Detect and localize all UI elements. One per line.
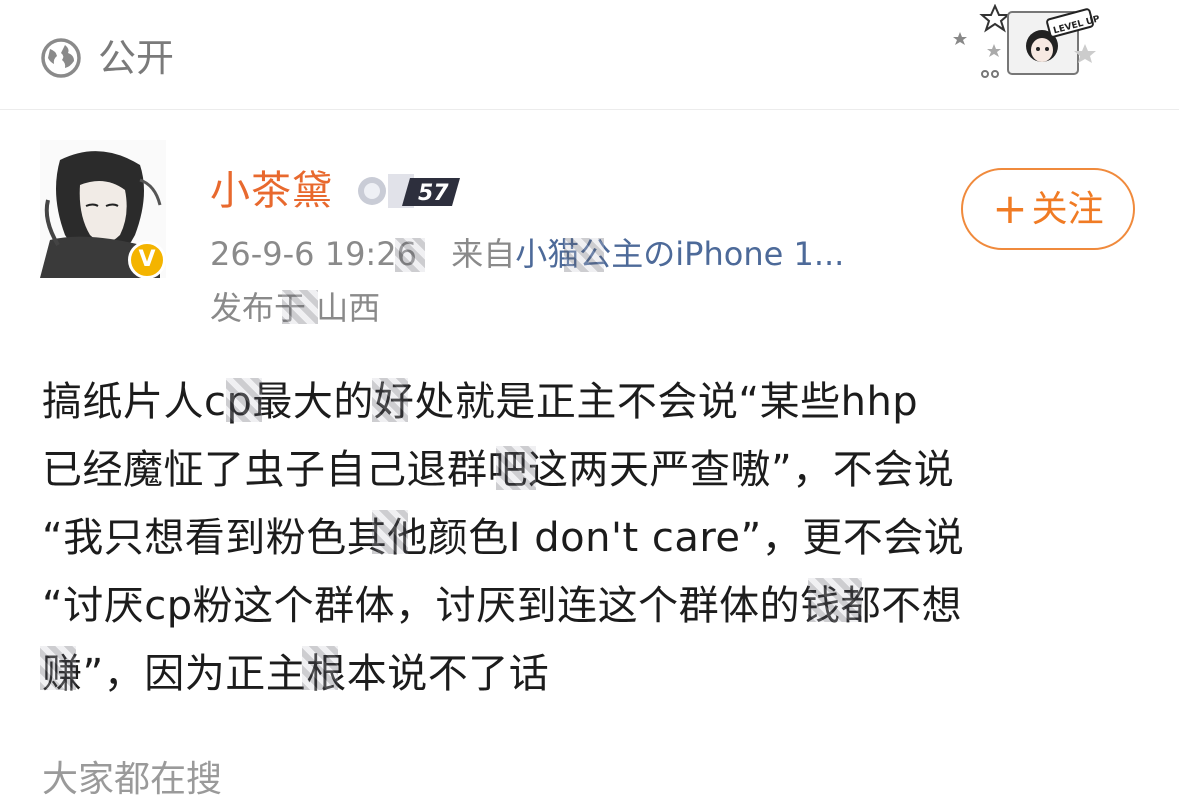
section-label[interactable]: 大家都在搜 [42, 758, 222, 802]
verified-icon: V [128, 241, 166, 279]
post-content-line: “我只想看到粉色其他颜色I don't care”，更不会说 [42, 515, 965, 561]
follow-button[interactable]: + 关注 [961, 168, 1135, 250]
source-device-link[interactable]: 小猫公主のiPhone 1... [515, 235, 844, 273]
level-number: 57 [418, 181, 449, 206]
post-content-line: 已经魔怔了虫子自己退群吧这两天严查嗷”，不会说 [42, 447, 955, 493]
post-location: 发布于 山西 [210, 286, 380, 330]
post-timestamp: 26-9-6 19:26 [210, 235, 417, 273]
plus-icon: + [992, 184, 1028, 233]
post-content-line: 搞纸片人cp最大的好处就是正主不会说“某些hhp [42, 379, 919, 425]
sticker-decoration: LEVEL UP [953, 4, 1100, 78]
level-icon: 57 [358, 174, 460, 208]
privacy-label[interactable]: 公开 [98, 34, 174, 82]
post-content: 搞纸片人cp最大的好处就是正主不会说“某些hhp 已经魔怔了虫子自己退群吧这两天… [42, 368, 1142, 708]
author-avatar-wrap[interactable]: V [40, 140, 168, 280]
location-value: 山西 [316, 289, 381, 327]
source-prefix: 来自 [451, 235, 516, 273]
location-prefix: 发布于 [210, 289, 307, 327]
author-name[interactable]: 小茶黛 [210, 166, 333, 216]
post-content-line: “讨厌cp粉这个群体，讨厌到连这个群体的钱都不想 [42, 583, 963, 629]
globe-icon [41, 38, 81, 78]
top-bar: 公开 LEVEL UP [0, 0, 1179, 110]
post-content-line: 赚”，因为正主根本说不了话 [42, 651, 550, 697]
post-meta-time-source: 26-9-6 19:26 来自小猫公主のiPhone 1... [210, 232, 844, 276]
follow-label: 关注 [1031, 189, 1104, 230]
